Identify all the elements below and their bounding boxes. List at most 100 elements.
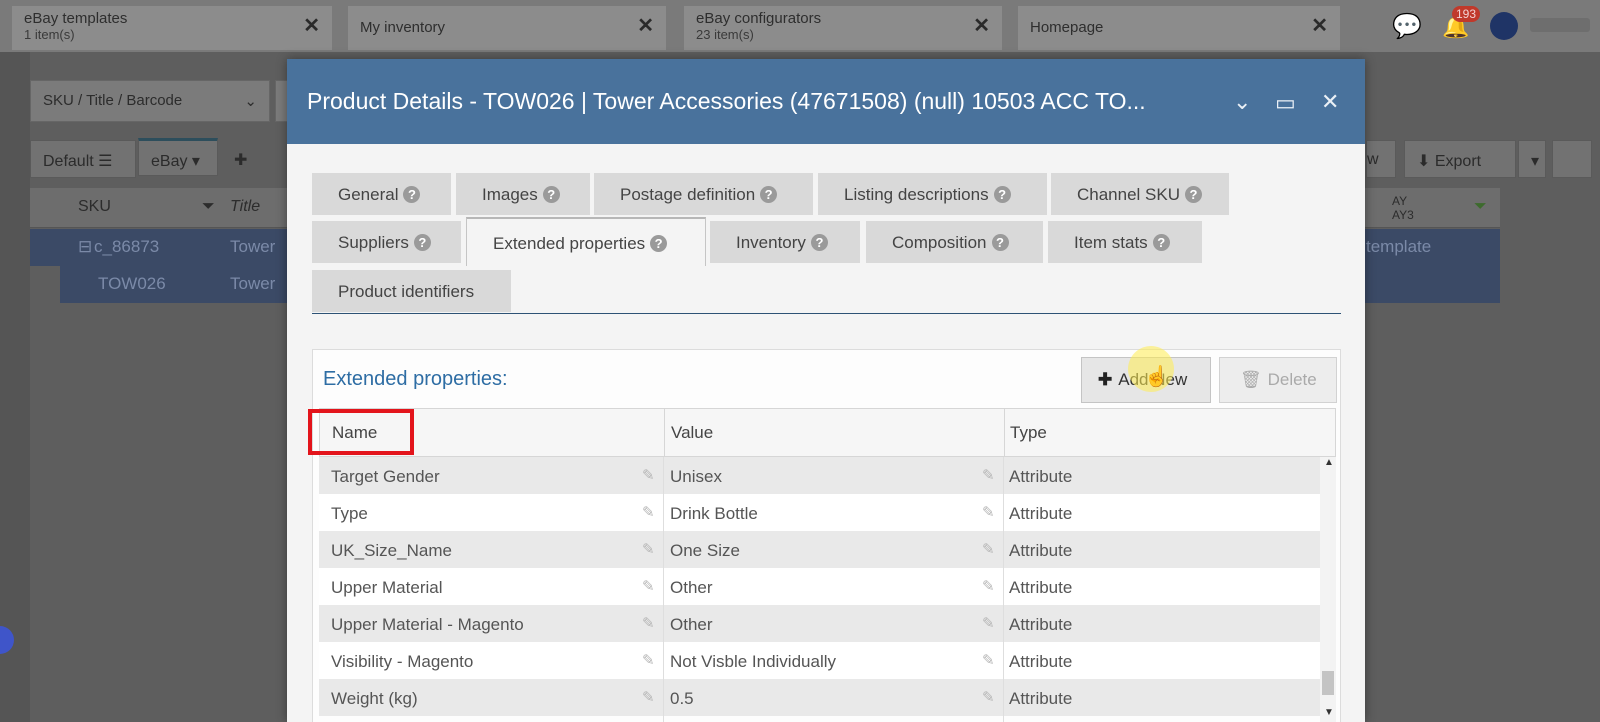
filter-icon[interactable]: ⏷	[202, 198, 215, 216]
tab-sublabel: 23 item(s)	[696, 27, 754, 42]
edit-icon[interactable]: ✎	[642, 614, 655, 632]
tab-divider	[312, 313, 1341, 314]
view-default-button[interactable]: Default ☰	[30, 140, 136, 178]
edit-icon[interactable]: ✎	[642, 688, 655, 706]
edit-icon[interactable]: ✎	[982, 651, 995, 669]
edit-icon[interactable]: ✎	[642, 651, 655, 669]
avatar[interactable]	[1490, 12, 1518, 40]
close-icon[interactable]: ✕	[637, 16, 654, 36]
partial-toolbar-button[interactable]: w	[1366, 140, 1396, 178]
close-icon[interactable]: ✕	[1321, 89, 1339, 115]
cell-value: Other	[670, 578, 713, 597]
cell-type: Attribute	[1009, 689, 1073, 708]
edit-icon[interactable]: ✎	[642, 577, 655, 595]
scrollbar-thumb[interactable]	[1322, 671, 1334, 695]
cell-value: 0.5	[670, 689, 694, 708]
edit-icon[interactable]: ✎	[982, 577, 995, 595]
tab-homepage[interactable]: Homepage ✕	[1018, 6, 1340, 50]
edit-icon[interactable]: ✎	[982, 540, 995, 558]
scroll-up-icon[interactable]: ▲	[1324, 457, 1334, 468]
tab-label: Homepage	[1030, 19, 1104, 36]
export-dropdown-button[interactable]: ▾	[1518, 140, 1546, 178]
cell-name: Upper Material	[331, 578, 443, 597]
close-icon[interactable]: ✕	[303, 16, 320, 36]
column-header-right: AY	[1392, 194, 1408, 208]
tab-ebay-templates[interactable]: eBay templates 1 item(s) ✕	[12, 6, 332, 50]
table-row[interactable]: Upper Material - Magento ✎ Other ✎ Attri…	[319, 605, 1320, 642]
expand-icon[interactable]: ⊟	[78, 237, 92, 257]
table-row[interactable]: Target Gender ✎ Unisex ✎ Attribute	[319, 457, 1320, 494]
collapse-icon[interactable]: ⌄	[1233, 89, 1251, 115]
table-row[interactable]: Type ✎ Drink Bottle ✎ Attribute	[319, 494, 1320, 531]
help-icon: ?	[1152, 234, 1170, 251]
table-body: Target Gender ✎ Unisex ✎ Attribute Type …	[319, 457, 1336, 722]
edit-icon[interactable]: ✎	[982, 688, 995, 706]
edit-icon[interactable]: ✎	[982, 614, 995, 632]
button-label: Export	[1434, 153, 1482, 170]
add-view-button[interactable]: ✚	[222, 140, 262, 178]
close-icon[interactable]: ✕	[1311, 16, 1328, 36]
modal-header: Product Details - TOW026 | Tower Accesso…	[287, 59, 1365, 144]
extended-properties-panel: Extended properties: ✚Add New 🗑Delete Na…	[308, 349, 1341, 722]
tab-label: Inventory	[736, 233, 806, 252]
tab-composition[interactable]: Composition?	[866, 221, 1043, 263]
caret-down-icon: ▾	[1531, 153, 1540, 170]
tab-item-stats[interactable]: Item stats?	[1048, 221, 1202, 263]
tab-suppliers[interactable]: Suppliers?	[312, 221, 461, 263]
edit-icon[interactable]: ✎	[642, 503, 655, 521]
scroll-down-icon[interactable]: ▼	[1324, 707, 1334, 718]
cell-type: Attribute	[1009, 615, 1073, 634]
tab-label: General	[338, 185, 399, 204]
tab-general[interactable]: General?	[312, 173, 451, 215]
column-header-title: Title	[230, 198, 261, 215]
tab-listing-descriptions[interactable]: Listing descriptions?	[818, 173, 1047, 215]
column-divider	[1003, 457, 1004, 722]
export-button[interactable]: ⬇ Export	[1404, 140, 1516, 178]
chat-icon[interactable]: 💬	[1392, 12, 1422, 41]
tab-ebay-configurators[interactable]: eBay configurators 23 item(s) ✕	[684, 6, 1002, 50]
delete-button[interactable]: 🗑 Delete	[1219, 357, 1337, 403]
edit-icon[interactable]: ✎	[642, 466, 655, 484]
column-divider	[664, 409, 665, 456]
table-row[interactable]: Upper Material ✎ Other ✎ Attribute	[319, 568, 1320, 605]
help-icon: ?	[993, 186, 1011, 203]
tab-my-inventory[interactable]: My inventory ✕	[348, 6, 666, 50]
table-header: Name Value Type	[308, 408, 1336, 457]
view-ebay-button[interactable]: eBay ▾	[138, 138, 218, 176]
button-label: eBay	[151, 153, 188, 170]
cell-value: Unisex	[670, 467, 722, 486]
edit-icon[interactable]: ✎	[982, 503, 995, 521]
button-label: Default	[43, 153, 94, 170]
edit-icon[interactable]: ✎	[642, 540, 655, 558]
tab-channel-sku[interactable]: Channel SKU?	[1051, 173, 1229, 215]
tab-sublabel: 1 item(s)	[24, 27, 75, 42]
close-icon[interactable]: ✕	[973, 16, 990, 36]
edit-icon[interactable]: ✎	[982, 466, 995, 484]
cell-sku: c_86873	[94, 237, 160, 256]
tab-product-identifiers[interactable]: Product identifiers	[312, 270, 511, 312]
help-icon: ?	[760, 186, 778, 203]
maximize-icon[interactable]: ▭	[1275, 90, 1296, 116]
tab-label: Postage definition	[620, 185, 756, 204]
filter-icon[interactable]: ⏷	[1474, 198, 1487, 216]
table-row[interactable]: UK_Size_Name ✎ One Size ✎ Attribute	[319, 531, 1320, 568]
tab-images[interactable]: Images?	[456, 173, 590, 215]
tab-extended-properties[interactable]: Extended properties?	[466, 217, 706, 266]
table-scrollbar[interactable]: ▲ ▼	[1320, 457, 1336, 722]
table-row[interactable]: Weight (kg) ✎ 0.5 ✎ Attribute	[319, 679, 1320, 716]
menu-icon: ☰	[98, 153, 113, 170]
hand-cursor-icon: ☝	[1144, 366, 1169, 388]
column-header-type[interactable]: Type	[1010, 423, 1047, 443]
tab-label: Item stats	[1074, 233, 1148, 252]
toolbar-button[interactable]	[1552, 140, 1592, 178]
column-header-value[interactable]: Value	[671, 423, 713, 443]
tab-inventory[interactable]: Inventory?	[710, 221, 860, 263]
column-header-name[interactable]: Name	[332, 423, 377, 443]
cell-value: Drink Bottle	[670, 504, 758, 523]
tab-postage-definition[interactable]: Postage definition?	[594, 173, 813, 215]
search-field-select[interactable]: SKU / Title / Barcode ⌄	[30, 80, 270, 122]
caret-down-icon: ▾	[191, 153, 200, 170]
left-strip	[0, 52, 30, 722]
download-icon: ⬇	[1417, 153, 1435, 170]
table-row[interactable]: Visibility - Magento ✎ Not Visble Indivi…	[319, 642, 1320, 679]
